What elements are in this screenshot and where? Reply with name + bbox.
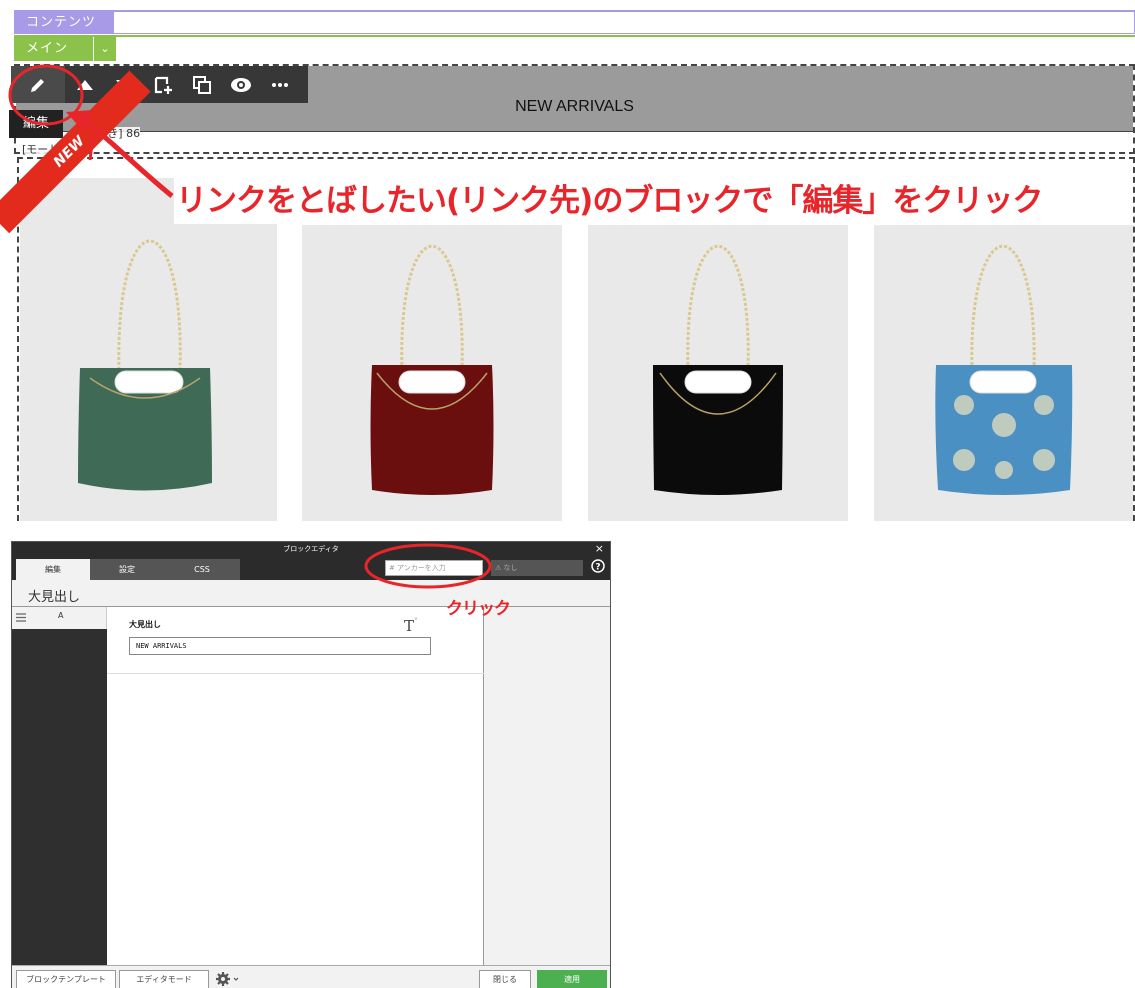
block-toolbar — [11, 66, 308, 103]
eye-icon[interactable] — [221, 66, 260, 103]
field-label: 大見出し — [129, 620, 161, 629]
pencil-icon[interactable] — [11, 66, 65, 103]
editor-form: 大見出し T˅ NEW ARRIVALS — [107, 607, 484, 966]
help-icon[interactable]: ? — [589, 559, 607, 577]
element-list-item[interactable]: A — [12, 607, 107, 629]
product-image[interactable] — [588, 225, 848, 521]
tab-css[interactable]: CSS — [164, 559, 240, 580]
content-area-bar: コンテンツ — [14, 10, 1135, 34]
font-style-icon[interactable]: T˅ — [404, 617, 418, 635]
main-area-label[interactable]: メイン — [14, 37, 93, 61]
anchor-input[interactable]: # アンカーを入力 — [385, 560, 483, 576]
editor-body: A 大見出し T˅ NEW ARRIVALS — [12, 606, 610, 966]
block-editor-dialog: ブロックエディタ × 編集 設定 CSS # アンカーを入力 ⚠ なし ? 大見… — [11, 541, 611, 988]
editor-footer: ブロックテンプレート エディタモード 閉じる 適用 — [12, 965, 610, 988]
tab-settings[interactable]: 設定 — [90, 559, 164, 580]
editor-title: ブロックエディタ — [12, 542, 610, 556]
divider — [107, 673, 484, 674]
font-style-glyph: T — [404, 617, 415, 635]
content-area-label[interactable]: コンテンツ — [14, 12, 114, 33]
editor-right-panel — [484, 607, 610, 966]
editor-mode-button[interactable]: エディタモード — [119, 970, 209, 988]
close-icon[interactable]: × — [595, 542, 604, 556]
main-area-bar: メイン ⌄ — [14, 35, 1135, 61]
element-label: A — [58, 611, 64, 620]
apply-button[interactable]: 適用 — [537, 970, 607, 988]
copy-icon[interactable] — [182, 66, 221, 103]
anchor-select[interactable]: ⚠ なし — [491, 560, 583, 576]
menu-icon — [16, 613, 26, 622]
instruction-text: リンクをとばしたい(リンク先)のブロックで「編集」をクリック — [174, 178, 1040, 224]
product-image[interactable] — [302, 225, 562, 521]
product-image[interactable] — [874, 225, 1133, 521]
editor-left-panel: A — [12, 607, 107, 966]
editor-tabs: 編集 設定 CSS # アンカーを入力 ⚠ なし ? — [12, 556, 610, 580]
gear-icon[interactable] — [215, 971, 241, 987]
click-annotation-label: クリック — [446, 599, 511, 619]
add-block-icon[interactable] — [143, 66, 182, 103]
block-type-heading: 大見出し — [28, 590, 81, 605]
close-button[interactable]: 閉じる — [479, 970, 531, 988]
help-glyph: ? — [595, 563, 600, 573]
arrow-up-icon[interactable] — [65, 66, 104, 103]
chevron-down-icon[interactable]: ⌄ — [94, 37, 116, 61]
heading-input[interactable]: NEW ARRIVALS — [129, 637, 431, 655]
edit-tooltip: 編集 — [9, 110, 63, 138]
block-template-button[interactable]: ブロックテンプレート — [16, 970, 116, 988]
tab-edit[interactable]: 編集 — [16, 559, 90, 580]
product-image[interactable] — [20, 178, 277, 521]
more-icon[interactable] — [260, 66, 299, 103]
